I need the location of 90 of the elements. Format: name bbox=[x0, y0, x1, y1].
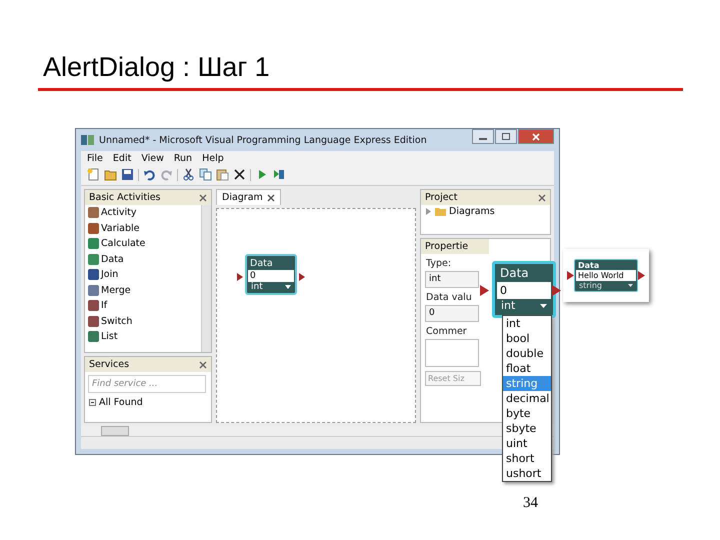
search-field[interactable]: Find service ... bbox=[88, 375, 206, 393]
block-icon bbox=[88, 254, 99, 265]
block-icon bbox=[88, 316, 99, 327]
debug-icon[interactable] bbox=[272, 168, 285, 181]
close-icon[interactable] bbox=[538, 194, 546, 202]
dropdown-option[interactable]: int bbox=[503, 316, 551, 331]
panel-title: Services bbox=[89, 359, 130, 370]
output-pin-icon[interactable] bbox=[299, 273, 305, 281]
activity-item[interactable]: List bbox=[85, 329, 201, 344]
tree-item[interactable]: All Found bbox=[85, 396, 211, 409]
dropdown-option[interactable]: short bbox=[503, 451, 551, 466]
dropdown-option[interactable]: decimal bbox=[503, 391, 551, 406]
dropdown-option[interactable]: bool bbox=[503, 331, 551, 346]
app-icon bbox=[81, 134, 95, 146]
type-dropdown[interactable]: string bbox=[579, 281, 602, 290]
close-icon[interactable] bbox=[199, 194, 207, 202]
activity-item[interactable]: Data bbox=[85, 252, 201, 267]
dropdown-option[interactable]: byte bbox=[503, 406, 551, 421]
activity-item[interactable]: Activity bbox=[85, 205, 201, 220]
data-node[interactable]: Data 0 int bbox=[492, 261, 556, 318]
maximize-button[interactable] bbox=[495, 129, 517, 144]
close-icon[interactable] bbox=[199, 360, 207, 368]
node-title: Data bbox=[499, 266, 530, 280]
field-label: Data valu bbox=[426, 292, 472, 303]
paste-icon[interactable] bbox=[216, 168, 229, 181]
menu-item[interactable]: Run bbox=[174, 153, 192, 164]
type-dropdown[interactable]: int bbox=[501, 299, 516, 312]
field-label: Commer bbox=[426, 326, 467, 337]
value-field[interactable]: 0 bbox=[497, 282, 551, 299]
field-label: Type: bbox=[426, 258, 452, 269]
maximize-icon bbox=[502, 133, 510, 140]
minimize-button[interactable] bbox=[472, 129, 494, 144]
value-field[interactable]: Hello World bbox=[576, 270, 636, 281]
block-icon bbox=[88, 238, 99, 250]
window-title: Unnamed* - Microsoft Visual Programming Language Express Edition bbox=[99, 134, 427, 146]
block-icon bbox=[88, 284, 99, 296]
menu-item[interactable]: File bbox=[87, 153, 103, 164]
close-icon[interactable] bbox=[266, 194, 275, 202]
activity-item[interactable]: Join bbox=[85, 267, 201, 282]
copy-icon[interactable] bbox=[199, 168, 212, 181]
block-icon bbox=[88, 269, 99, 280]
comment-field[interactable] bbox=[425, 339, 479, 367]
value-field[interactable]: 0 bbox=[248, 270, 294, 282]
block-icon bbox=[88, 222, 99, 234]
cut-icon[interactable] bbox=[182, 168, 195, 181]
block-icon bbox=[88, 300, 99, 312]
scrollbar[interactable] bbox=[201, 205, 211, 352]
menu-item[interactable]: Help bbox=[202, 153, 224, 164]
undo-icon[interactable] bbox=[143, 168, 156, 181]
activity-item[interactable]: Variable bbox=[85, 220, 201, 236]
menu-item[interactable]: Edit bbox=[112, 153, 132, 164]
dropdown-option[interactable]: ushort bbox=[503, 466, 551, 481]
tree-item[interactable]: Diagrams bbox=[421, 205, 550, 218]
dropdown-option[interactable]: float bbox=[503, 361, 551, 376]
delete-icon[interactable] bbox=[233, 168, 246, 181]
node-title: Data bbox=[249, 257, 274, 270]
page-number: 34 bbox=[523, 495, 539, 512]
activity-item[interactable]: Calculate bbox=[85, 236, 201, 252]
dropdown-option[interactable]: uint bbox=[503, 436, 551, 451]
type-dropdown[interactable]: int bbox=[251, 282, 263, 292]
diagram-tab[interactable]: Diagram bbox=[216, 189, 281, 205]
caret-icon[interactable] bbox=[540, 304, 547, 308]
folder-icon[interactable] bbox=[104, 168, 117, 181]
node-title: Data bbox=[577, 261, 600, 270]
slide-title: AlertDialog : Шаг 1 bbox=[42, 51, 271, 84]
activity-item[interactable]: If bbox=[85, 298, 201, 314]
block-icon bbox=[88, 331, 99, 342]
input-pin-icon[interactable] bbox=[237, 273, 243, 281]
panel-title: Basic Activities bbox=[89, 192, 161, 203]
input-pin-icon[interactable] bbox=[480, 285, 489, 296]
panel-title: Project bbox=[425, 192, 458, 203]
block-icon bbox=[88, 207, 99, 218]
dropdown-option[interactable]: sbyte bbox=[503, 421, 551, 436]
save-icon[interactable] bbox=[121, 168, 134, 181]
close-icon bbox=[532, 132, 540, 140]
close-button[interactable] bbox=[518, 129, 554, 144]
menu-item[interactable]: View bbox=[141, 153, 164, 164]
activity-item[interactable]: Switch bbox=[85, 314, 201, 329]
value-field[interactable]: 0 bbox=[425, 305, 479, 322]
expander-icon[interactable] bbox=[89, 399, 96, 406]
caret-icon[interactable] bbox=[285, 285, 291, 289]
panel-title: Propertie bbox=[425, 241, 468, 252]
type-field[interactable]: int bbox=[425, 271, 479, 288]
new-file-icon[interactable] bbox=[87, 168, 100, 181]
data-node[interactable]: Data Hello World string bbox=[574, 259, 638, 292]
activity-item[interactable]: Merge bbox=[85, 282, 201, 298]
dropdown-option[interactable]: double bbox=[503, 346, 551, 361]
folder-icon bbox=[435, 207, 446, 216]
scrollbar[interactable] bbox=[101, 426, 129, 436]
caret-icon[interactable] bbox=[628, 284, 633, 287]
